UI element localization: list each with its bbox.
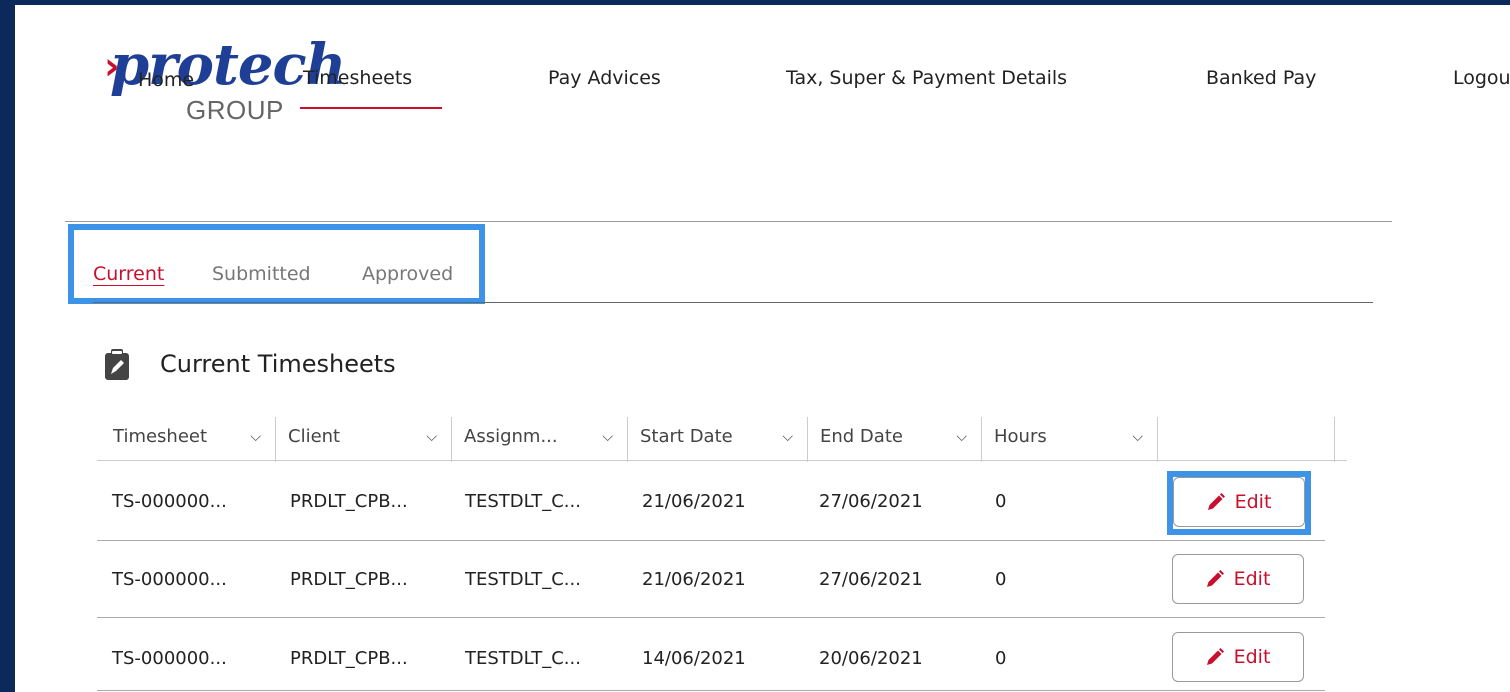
cell-start-date: 21/06/2021: [642, 569, 746, 590]
chevron-down-icon[interactable]: ⌵: [602, 417, 613, 457]
tabs-divider: [93, 302, 1373, 303]
cell-assignment[interactable]: TESTDLT_C...: [465, 491, 581, 512]
nav-pay-advices[interactable]: Pay Advices: [548, 67, 661, 89]
col-start-date-label: Start Date: [640, 426, 733, 447]
col-timesheet-label: Timesheet: [113, 426, 208, 447]
col-hours[interactable]: Hours ⌵: [981, 417, 1157, 462]
col-assignment-label: Assignm...: [464, 426, 558, 447]
nav-home[interactable]: Home: [138, 69, 194, 91]
tab-approved[interactable]: Approved: [362, 263, 453, 285]
col-hours-label: Hours: [994, 426, 1047, 447]
cell-hours: 0: [995, 569, 1007, 590]
header-divider: [65, 221, 1392, 222]
nav-banked-pay[interactable]: Banked Pay: [1206, 67, 1316, 89]
cell-end-date: 20/06/2021: [819, 648, 923, 669]
cell-client[interactable]: PRDLT_CPB...: [290, 491, 408, 512]
cell-hours: 0: [995, 491, 1007, 512]
edit-button-label: Edit: [1233, 646, 1271, 668]
col-end-date[interactable]: End Date ⌵: [807, 417, 981, 462]
cell-timesheet[interactable]: TS-000000...: [112, 648, 227, 669]
nav-timesheets[interactable]: Timesheets: [303, 67, 412, 89]
chevron-down-icon[interactable]: ⌵: [1132, 417, 1143, 457]
pencil-icon: [1206, 648, 1224, 665]
row-divider: [97, 617, 1325, 618]
chevron-down-icon[interactable]: ⌵: [250, 417, 261, 457]
chevron-down-icon[interactable]: ⌵: [426, 417, 437, 457]
col-end-date-label: End Date: [820, 426, 903, 447]
cell-end-date: 27/06/2021: [819, 569, 923, 590]
cell-hours: 0: [995, 648, 1007, 669]
col-start-date[interactable]: Start Date ⌵: [627, 417, 807, 462]
edit-button-label: Edit: [1233, 568, 1271, 590]
tab-current[interactable]: Current: [93, 263, 164, 285]
cell-start-date: 14/06/2021: [642, 648, 746, 669]
tab-submitted[interactable]: Submitted: [212, 263, 311, 285]
cell-client[interactable]: PRDLT_CPB...: [290, 569, 408, 590]
logo-group: GROUP: [186, 95, 284, 125]
cell-timesheet[interactable]: TS-000000...: [112, 491, 227, 512]
edit-highlight: [1167, 471, 1311, 535]
clipboard-pencil-icon: [105, 349, 129, 380]
browser-page: › protech GROUP Home Timesheets Pay Advi…: [15, 5, 1510, 692]
row-divider: [97, 690, 1325, 691]
col-actions: [1157, 417, 1335, 462]
edit-button[interactable]: Edit: [1172, 554, 1304, 604]
col-client-label: Client: [288, 426, 341, 447]
cell-start-date: 21/06/2021: [642, 491, 746, 512]
pencil-icon: [1206, 570, 1224, 587]
cell-client[interactable]: PRDLT_CPB...: [290, 648, 408, 669]
chevron-down-icon[interactable]: ⌵: [956, 417, 967, 457]
nav-logout[interactable]: Logou: [1453, 67, 1510, 89]
col-timesheet[interactable]: Timesheet ⌵: [101, 417, 275, 462]
edit-button[interactable]: Edit: [1172, 632, 1304, 682]
cell-assignment[interactable]: TESTDLT_C...: [465, 569, 581, 590]
col-client[interactable]: Client ⌵: [275, 417, 451, 462]
row-divider: [97, 540, 1325, 541]
cell-timesheet[interactable]: TS-000000...: [112, 569, 227, 590]
table-header-divider: [97, 460, 1347, 461]
chevron-down-icon[interactable]: ⌵: [782, 417, 793, 457]
logo-rule: [300, 107, 442, 109]
nav-tax-super-payment[interactable]: Tax, Super & Payment Details: [786, 67, 1067, 89]
col-assignment[interactable]: Assignm... ⌵: [451, 417, 627, 462]
section-title: Current Timesheets: [160, 350, 396, 378]
cell-assignment[interactable]: TESTDLT_C...: [465, 648, 581, 669]
cell-end-date: 27/06/2021: [819, 491, 923, 512]
